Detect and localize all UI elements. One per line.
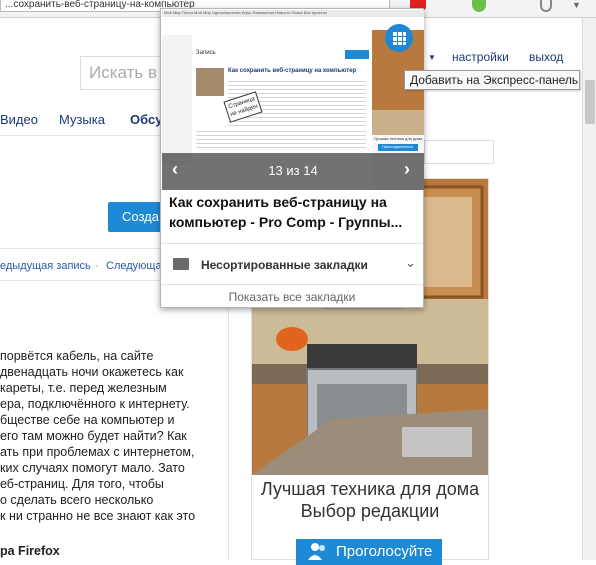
grid-icon [393, 32, 406, 45]
post-separator: · [95, 260, 99, 272]
dropdown-icon[interactable]: ▼ [572, 0, 581, 10]
article-subheading: ра Firefox [0, 544, 60, 558]
ad-line-1: Лучшая техника для дома [260, 479, 480, 499]
thumb-post-header: Запись [196, 50, 216, 56]
bookmark-title[interactable]: Как сохранить веб-страницу на компьютер … [169, 192, 417, 232]
thumb-side-button: Присоединиться [382, 144, 413, 149]
bookmark-preview-popup: Моё Мир Почта Мой Мир Одноклассники Игры… [160, 8, 424, 308]
article-line: двенадцать ночи окажетесь как [0, 365, 184, 379]
nav-discussions[interactable]: Обсу [130, 112, 162, 127]
vote-button[interactable]: Проголосуйте [296, 539, 442, 565]
settings-link[interactable]: настройки [452, 50, 509, 64]
menu-icon[interactable] [540, 0, 552, 12]
article-line: к ни странно не все знают как это [0, 509, 196, 523]
tooltip: Добавить на Экспресс-панель [404, 70, 580, 90]
settings-caret-icon: ▼ [428, 53, 436, 62]
nav-video[interactable]: Видео [0, 112, 38, 127]
thumb-site-nav: Моё Мир Почта Мой Мир Одноклассники Игры… [164, 10, 328, 15]
thumb-text-block-2 [196, 128, 366, 150]
users-icon [308, 542, 328, 560]
thumbnail-pager: ‹ 13 из 14 › [162, 153, 424, 190]
article-divider [0, 248, 160, 249]
next-post-link[interactable]: Следующа [106, 260, 162, 272]
create-button[interactable]: Созда [108, 202, 168, 232]
article-line: ать при проблемах с интернетом, [0, 445, 195, 459]
nav-music[interactable]: Музыка [59, 112, 105, 127]
article-line: о сделать всего несколько [0, 493, 154, 507]
nav-divider [0, 135, 160, 136]
article-line: кареты, т.е. перед железным [0, 381, 167, 395]
bookmark-counter: 13 из 14 [268, 163, 318, 178]
ad-line-2: Выбор редакции [300, 501, 440, 521]
secondary-input[interactable] [424, 140, 494, 164]
article-line: ких случаях помогут мало. Зато [0, 461, 185, 475]
vote-button-label: Проголосуйте [336, 543, 433, 560]
article-line: порвётся кабель, на сайте [0, 349, 154, 363]
show-all-bookmarks-button[interactable]: Показать все закладки [161, 284, 423, 308]
extension-icon-green[interactable] [472, 0, 486, 12]
folder-icon [173, 258, 189, 270]
article-line: его там можно будет найти? Как [0, 429, 187, 443]
speed-dial-button[interactable] [385, 24, 413, 52]
next-arrow-icon[interactable]: › [404, 159, 410, 180]
bookmark-folder-select[interactable]: Несортированные закладки ⌄ [161, 243, 423, 283]
thumb-post-title: Как сохранить веб-страницу на компьютер [228, 68, 357, 74]
prev-post-link[interactable]: едыдущая запись [0, 260, 91, 272]
folder-name: Несортированные закладки [201, 258, 368, 272]
article-line: ера, подключённого к интернету. [0, 397, 190, 411]
article-divider-2 [0, 280, 160, 281]
chevron-down-icon: ⌄ [405, 255, 416, 270]
scrollbar-thumb[interactable] [585, 80, 595, 124]
page-scrollbar[interactable] [582, 18, 596, 560]
article-line: еб-страниц. Для того, чтобы [0, 477, 164, 491]
exit-link[interactable]: выход [529, 50, 563, 64]
article-line: бществе себе на компьютер и [0, 413, 175, 427]
thumb-side-caption: Лучшая техника для дома [374, 136, 423, 141]
search-input[interactable]: Искать в н [80, 56, 170, 90]
